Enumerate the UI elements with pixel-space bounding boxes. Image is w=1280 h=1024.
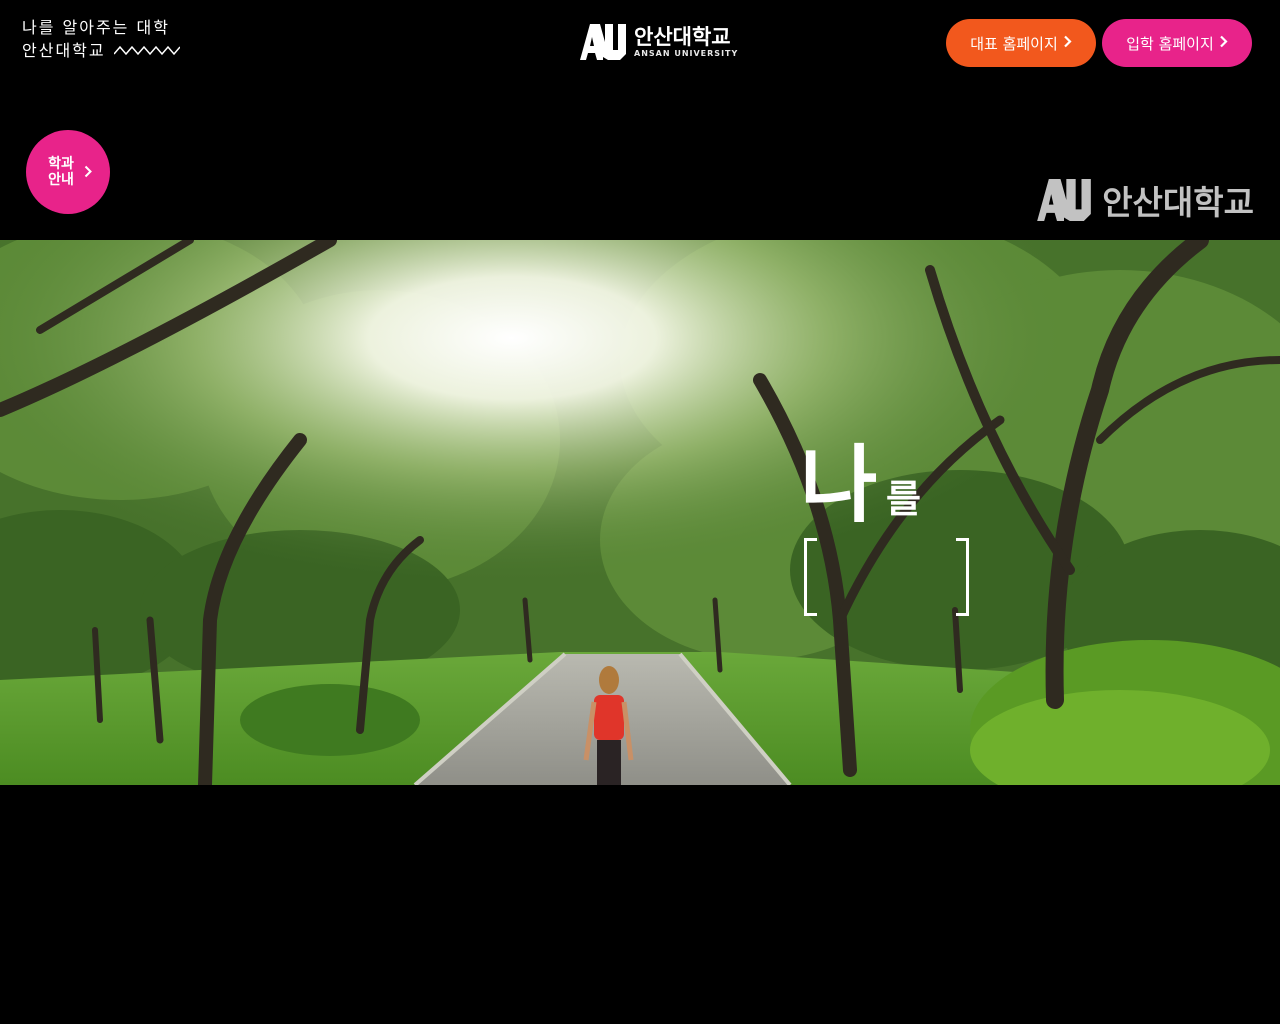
department-guide-button[interactable]: 학과 안내	[26, 130, 110, 214]
page: 나를 알아주는 대학 안산대학교 안산대학교 ANSAN UNIVERSITY …	[0, 0, 1280, 1024]
chevron-right-icon	[84, 163, 92, 182]
dept-label-line1: 학과	[48, 156, 74, 172]
university-logo[interactable]: 안산대학교 ANSAN UNIVERSITY	[580, 22, 738, 62]
main-homepage-button[interactable]: 대표 홈페이지	[946, 19, 1096, 67]
promo-video[interactable]	[0, 240, 1280, 785]
slogan-line1: 나를 알아주는 대학	[22, 18, 170, 37]
caption-bracket-left	[804, 538, 817, 616]
chevron-right-icon	[1219, 34, 1228, 52]
watermark-text: 안산대학교	[1102, 183, 1254, 222]
admission-homepage-button[interactable]: 입학 홈페이지	[1102, 19, 1252, 67]
chevron-right-icon	[1063, 34, 1072, 52]
video-watermark: 안산대학교	[1036, 176, 1254, 224]
au-watermark-icon	[1037, 179, 1092, 221]
caption-bracket-right	[956, 538, 969, 616]
dept-label-line2: 안내	[48, 172, 74, 188]
slogan: 나를 알아주는 대학 안산대학교	[22, 16, 181, 62]
campus-scene-image	[0, 240, 1280, 785]
au-logo-icon	[580, 24, 626, 60]
admission-homepage-label: 입학 홈페이지	[1126, 34, 1214, 53]
logo-english-name: ANSAN UNIVERSITY	[634, 49, 739, 58]
caption-small-text: 를	[886, 477, 921, 521]
logo-korean-name: 안산대학교	[634, 25, 731, 49]
slogan-line2: 안산대학교	[22, 41, 106, 60]
top-buttons: 대표 홈페이지 입학 홈페이지	[946, 19, 1252, 67]
zigzag-decoration-icon	[113, 39, 181, 62]
main-homepage-label: 대표 홈페이지	[970, 34, 1058, 53]
caption-big-text: 나	[800, 436, 877, 534]
